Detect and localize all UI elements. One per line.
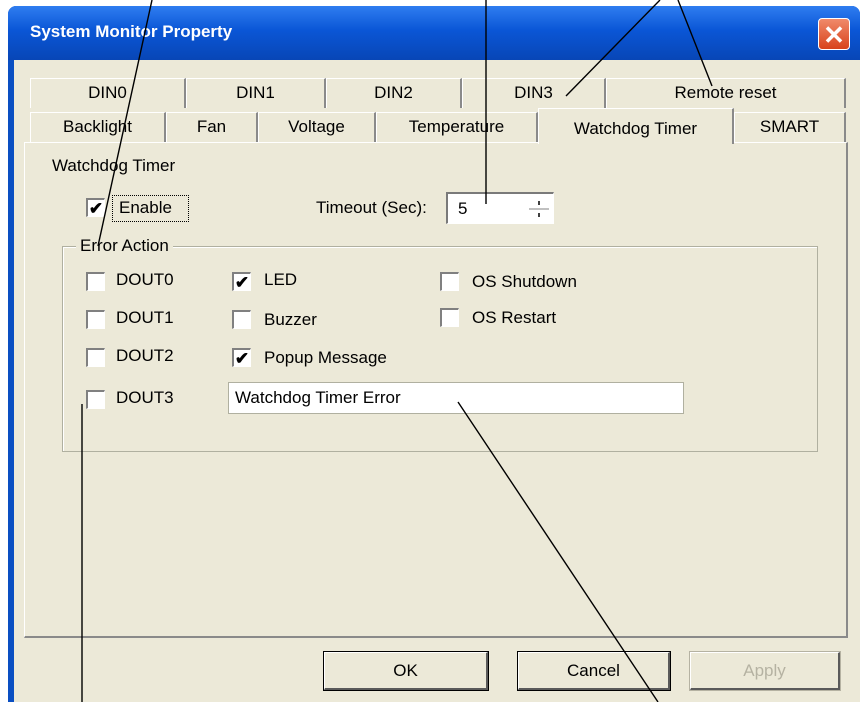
tab-fan[interactable]: Fan <box>166 112 258 142</box>
close-button[interactable]: ✕ <box>818 18 850 50</box>
tab-din0[interactable]: DIN0 <box>30 78 186 108</box>
tab-label: Voltage <box>288 117 345 136</box>
tab-label: DIN1 <box>236 83 275 102</box>
tab-label: DIN0 <box>88 83 127 102</box>
tab-voltage[interactable]: Voltage <box>258 112 376 142</box>
error-action-label: Error Action <box>76 236 173 256</box>
tab-smart[interactable]: SMART <box>734 112 846 142</box>
buzzer-checkbox[interactable] <box>232 310 251 329</box>
dout0-checkbox[interactable] <box>86 272 105 291</box>
timeout-spinner[interactable]: 5 <box>446 192 554 224</box>
tab-label: Temperature <box>408 117 505 136</box>
timeout-label: Timeout (Sec): <box>316 198 427 217</box>
enable-label[interactable]: Enable <box>119 198 172 218</box>
enable-checkbox[interactable]: ✔ <box>86 198 105 217</box>
timeout-value[interactable]: 5 <box>458 199 467 219</box>
tab-label: DIN2 <box>374 83 413 102</box>
os-shutdown-checkbox[interactable] <box>440 272 459 291</box>
tab-backlight[interactable]: Backlight <box>30 112 166 142</box>
tab-din3[interactable]: DIN3 <box>462 78 606 108</box>
os-restart-label[interactable]: OS Restart <box>472 308 556 328</box>
tab-remote-reset[interactable]: Remote reset <box>606 78 846 108</box>
apply-button[interactable]: Apply <box>689 651 841 691</box>
dout2-label[interactable]: DOUT2 <box>116 346 174 366</box>
tab-label: DIN3 <box>514 83 553 102</box>
title-bar[interactable]: System Monitor Property ✕ <box>8 6 860 60</box>
section-label: Watchdog Timer <box>52 156 176 175</box>
apply-label: Apply <box>743 661 786 680</box>
tab-label: Fan <box>196 117 227 136</box>
dout3-checkbox[interactable] <box>86 390 105 409</box>
cancel-label: Cancel <box>567 661 620 680</box>
popup-message-text[interactable]: Watchdog Timer Error <box>235 388 401 407</box>
check-icon: ✔ <box>234 273 250 292</box>
ok-button[interactable]: OK <box>323 651 489 691</box>
window-title: System Monitor Property <box>30 22 233 41</box>
os-shutdown-label[interactable]: OS Shutdown <box>472 272 577 292</box>
tab-label: Remote reset <box>674 83 777 102</box>
spinner-arrows-icon[interactable] <box>525 196 551 222</box>
led-checkbox[interactable]: ✔ <box>232 272 251 291</box>
popup-message-label[interactable]: Popup Message <box>264 348 387 368</box>
popup-message-checkbox[interactable]: ✔ <box>232 348 251 367</box>
cancel-button[interactable]: Cancel <box>517 651 671 691</box>
dout3-label[interactable]: DOUT3 <box>116 388 174 408</box>
dout1-label[interactable]: DOUT1 <box>116 308 174 328</box>
led-label[interactable]: LED <box>264 270 297 290</box>
os-restart-checkbox[interactable] <box>440 308 459 327</box>
check-icon: ✔ <box>234 349 250 368</box>
tab-din1[interactable]: DIN1 <box>186 78 326 108</box>
popup-message-input[interactable]: Watchdog Timer Error <box>228 382 684 414</box>
close-icon: ✕ <box>823 20 845 50</box>
tab-label: SMART <box>759 117 820 136</box>
dout0-label[interactable]: DOUT0 <box>116 270 174 290</box>
tab-din2[interactable]: DIN2 <box>326 78 462 108</box>
tab-label: Backlight <box>63 117 132 136</box>
tab-temperature[interactable]: Temperature <box>376 112 538 142</box>
tab-label: Watchdog Timer <box>573 119 698 138</box>
tab-watchdog-timer[interactable]: Watchdog Timer <box>538 108 734 144</box>
ok-label: OK <box>393 661 418 680</box>
buzzer-label[interactable]: Buzzer <box>264 310 317 330</box>
dout2-checkbox[interactable] <box>86 348 105 367</box>
check-icon: ✔ <box>88 199 104 218</box>
dout1-checkbox[interactable] <box>86 310 105 329</box>
